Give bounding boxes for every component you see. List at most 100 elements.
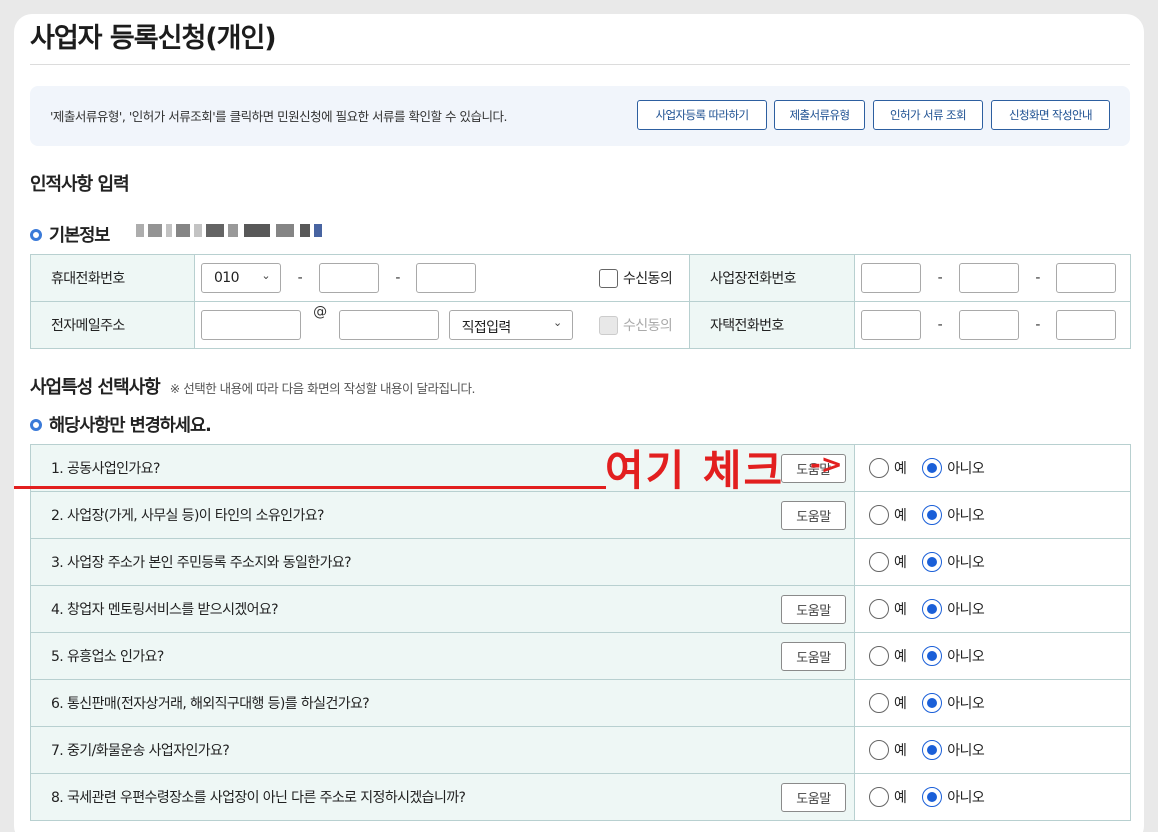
no-radio[interactable]: 아니오 [922,505,985,525]
help-button[interactable]: 도움말 [781,642,846,671]
email-domain-select[interactable]: 직접입력 ⌄ [448,310,573,340]
radio-circle[interactable] [922,458,943,478]
no-label: 아니오 [947,555,985,571]
radio-circle[interactable] [922,740,943,760]
question-row: 3. 사업장 주소가 본인 주민등록 주소지와 동일한가요? 예 아니오 [30,538,1131,586]
question-row: 8. 국세관련 우편수령장소를 사업장이 아닌 다른 주소로 지정하시겠습니까?… [30,773,1131,821]
help-button[interactable]: 도움말 [781,595,846,624]
radio-circle[interactable] [869,787,889,807]
email-domain-input[interactable] [338,310,439,340]
permit-document-lookup-button[interactable]: 인허가 서류 조회 [873,100,983,130]
no-radio[interactable]: 아니오 [922,458,985,478]
yes-radio[interactable]: 예 [869,599,907,619]
radio-circle[interactable] [922,693,943,713]
radio-circle[interactable] [869,693,889,713]
contact-table: 휴대전화번호 010 ⌄ - - 수신동의 사업장전화번호 - - 전자메일주소… [30,254,1131,349]
mobile-label: 휴대전화번호 [30,254,195,302]
no-label: 아니오 [947,696,985,712]
radio-circle[interactable] [922,599,943,619]
dash: - [297,270,303,286]
question-row: 7. 중기/화물운송 사업자인가요? 예 아니오 [30,726,1131,774]
question-cell: 7. 중기/화물운송 사업자인가요? [30,726,855,774]
yes-radio[interactable]: 예 [869,505,907,525]
answer-cell: 예 아니오 [854,491,1131,539]
mobile-prefix-select[interactable]: 010 ⌄ [201,263,281,293]
chevron-down-icon: ⌄ [552,316,562,329]
help-button[interactable]: 도움말 [781,783,846,812]
yes-label: 예 [894,649,907,665]
radio-circle[interactable] [922,646,943,666]
application-guide-button[interactable]: 신청화면 작성안내 [991,100,1110,130]
at-sign: @ [313,304,327,320]
radio-circle[interactable] [922,552,943,572]
mobile-last-input[interactable] [416,263,477,293]
question-row: 1. 공동사업인가요? 도움말 예 아니오 [30,444,1131,492]
page-title: 사업자 등록신청(개인) [30,23,277,54]
basic-info-title: 기본정보 [49,226,110,246]
business-registration-guide-button[interactable]: 사업자등록 따라하기 [637,100,767,130]
radio-circle[interactable] [869,740,889,760]
business-questions-table: 1. 공동사업인가요? 도움말 예 아니오 2. 사업장(가게, 사무실 등)이 타인의… [30,444,1131,821]
no-radio[interactable]: 아니오 [922,646,985,666]
business-phone-area-input[interactable] [861,263,921,293]
yes-radio[interactable]: 예 [869,787,907,807]
no-label: 아니오 [947,508,985,524]
no-radio[interactable]: 아니오 [922,787,985,807]
radio-circle[interactable] [869,505,889,525]
home-phone-area-input[interactable] [861,310,921,340]
yes-radio[interactable]: 예 [869,740,907,760]
section-note: ※ 선택한 내용에 따라 다음 화면의 작성할 내용이 달라집니다. [169,381,476,396]
mobile-consent-checkbox[interactable] [599,268,618,288]
no-radio[interactable]: 아니오 [922,740,985,760]
answer-cell: 예 아니오 [854,773,1131,821]
yes-radio[interactable]: 예 [869,458,907,478]
section-title: 사업특성 선택사항 [30,377,161,398]
bullet-icon [30,228,42,241]
document-type-button[interactable]: 제출서류유형 [774,100,865,130]
radio-circle[interactable] [869,599,889,619]
question-row: 6. 통신판매(전자상거래, 해외직구대행 등)를 하실건가요? 예 아니오 [30,679,1131,727]
change-only-title: 해당사항만 변경하세요. [49,416,212,436]
no-radio[interactable]: 아니오 [922,693,985,713]
no-radio[interactable]: 아니오 [922,599,985,619]
table-row: 휴대전화번호 010 ⌄ - - 수신동의 사업장전화번호 - - [30,254,1131,302]
personal-info-heading: 인적사항 입력 [30,174,130,195]
mobile-consent[interactable]: 수신동의 [599,268,673,288]
radio-circle[interactable] [869,552,889,572]
radio-circle[interactable] [869,458,889,478]
question-cell: 5. 유흥업소 인가요? 도움말 [30,632,855,680]
mobile-middle-input[interactable] [318,263,379,293]
question-text: 8. 국세관련 우편수령장소를 사업장이 아닌 다른 주소로 지정하시겠습니까? [51,790,466,806]
no-label: 아니오 [947,461,985,477]
business-phone-label: 사업장전화번호 [689,254,855,302]
question-text: 1. 공동사업인가요? [51,461,160,477]
dash: - [1035,317,1040,333]
question-text: 5. 유흥업소 인가요? [51,649,164,665]
chevron-down-icon: ⌄ [261,269,270,282]
radio-circle[interactable] [922,787,943,807]
business-phone-middle-input[interactable] [958,263,1019,293]
radio-circle[interactable] [869,646,889,666]
annotation-underline [14,486,606,489]
radio-circle[interactable] [922,505,943,525]
dash: - [937,317,943,333]
no-label: 아니오 [947,743,985,759]
help-button[interactable]: 도움말 [781,501,846,530]
yes-radio[interactable]: 예 [869,646,907,666]
question-text: 4. 창업자 멘토링서비스를 받으시겠어요? [51,602,279,618]
question-text: 7. 중기/화물운송 사업자인가요? [51,743,230,759]
question-text: 3. 사업장 주소가 본인 주민등록 주소지와 동일한가요? [51,555,352,571]
no-radio[interactable]: 아니오 [922,552,985,572]
home-phone-last-input[interactable] [1056,310,1117,340]
email-consent: 수신동의 [599,315,673,335]
home-phone-middle-input[interactable] [958,310,1019,340]
info-text: '제출서류유형', '인허가 서류조회'를 클릭하면 민원신청에 필요한 서류를… [50,109,507,124]
yes-radio[interactable]: 예 [869,552,907,572]
home-phone-label: 자택전화번호 [689,301,855,349]
yes-label: 예 [894,555,907,571]
no-label: 아니오 [947,790,985,806]
business-phone-last-input[interactable] [1056,263,1117,293]
title-divider [30,64,1130,65]
yes-radio[interactable]: 예 [869,693,907,713]
email-id-input[interactable] [201,310,301,340]
